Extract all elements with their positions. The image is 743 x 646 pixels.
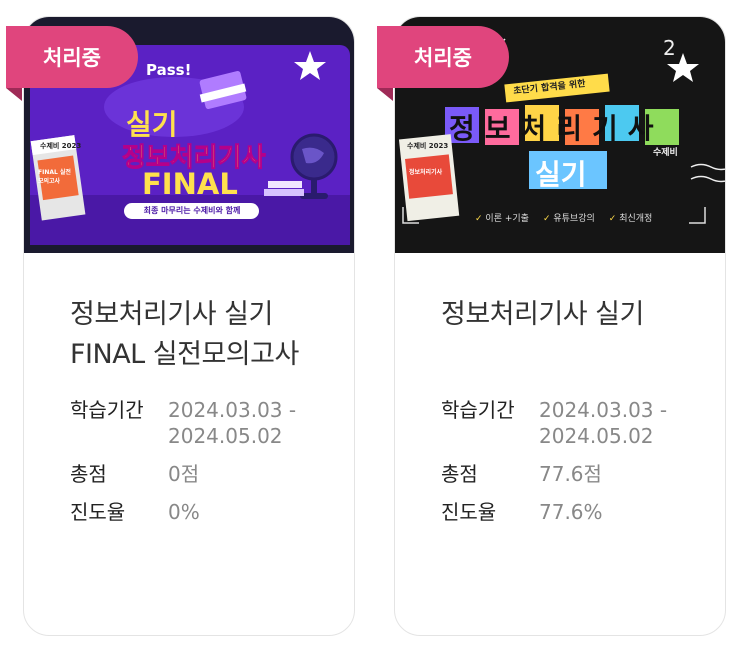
poster-feature-3: ✓ 최신개정 [608, 214, 653, 224]
poster-line-2: 실기 [535, 158, 587, 191]
course-card-1[interactable]: Pass! 실기 정보처리기사 FINAL 최종 마무리는 수제비와 함께 수제… [23, 16, 355, 636]
period-label: 학습기간 [70, 398, 144, 422]
poster-book-label: 수제비 2023 [407, 142, 449, 150]
period-value: 2024.03.03 - 2024.05.02 [168, 398, 297, 448]
status-badge: 처리중 [6, 26, 138, 101]
score-label: 총점 [70, 462, 107, 486]
course-title[interactable]: 정보처리기사 실기 [441, 295, 701, 335]
poster-features: ✓ 이론 +기출 ✓ 유튜브강의 ✓ 최신개정 [475, 211, 652, 224]
poster-book-sub: 정보처리기사 [409, 169, 443, 176]
poster-book-sub: FINAL 실전 모의고사 [38, 169, 71, 185]
poster-author: 수제비 [653, 148, 678, 158]
course-info: 학습기간 2024.03.03 - 2024.05.02 총점 0점 진도율 0… [70, 397, 330, 525]
svg-text:2: 2 [663, 36, 676, 60]
poster-feature-2: ✓ 유튜브강의 [542, 214, 595, 224]
progress-value: 0% [168, 500, 200, 524]
status-badge: 처리중 [377, 26, 509, 101]
poster-book-label: 수제비 2023 [40, 142, 82, 150]
score-value: 77.6점 [539, 462, 602, 486]
course-info: 학습기간 2024.03.03 - 2024.05.02 총점 77.6점 진도… [441, 397, 701, 525]
poster-line-1: 정보처리기사 [449, 112, 664, 145]
poster-ribbon: 최종 마무리는 수제비와 함께 [143, 206, 241, 215]
poster-feature-1: ✓ 이론 +기출 [475, 214, 529, 224]
poster-line-3: FINAL [142, 167, 238, 201]
progress-value: 77.6% [539, 500, 603, 524]
course-title[interactable]: 정보처리기사 실기 FINAL 실전모의고사 [70, 295, 330, 375]
score-label: 총점 [441, 462, 478, 486]
progress-label: 진도율 [70, 500, 126, 524]
course-card-2[interactable]: 2 초단기 합격을 위한 정보처리기사 실기 수제비 수제비 2023 정보처리… [394, 16, 726, 636]
progress-label: 진도율 [441, 500, 497, 524]
period-label: 학습기간 [441, 398, 515, 422]
period-value: 2024.03.03 - 2024.05.02 [539, 398, 668, 448]
poster-top-label: Pass! [146, 61, 192, 79]
score-value: 0점 [168, 462, 200, 486]
